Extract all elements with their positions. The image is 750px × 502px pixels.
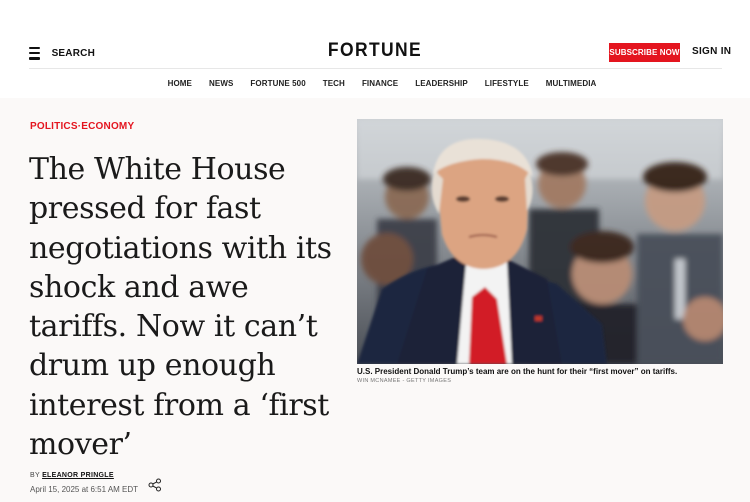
share-icon[interactable] xyxy=(148,478,162,492)
article-category: POLITICS·ECONOMY xyxy=(30,121,134,132)
nav-item-multimedia[interactable]: MULTIMEDIA xyxy=(546,79,597,88)
category-link-politics[interactable]: POLITICS xyxy=(30,121,78,132)
publish-date: April 15, 2025 at 6:51 AM EDT xyxy=(30,485,139,494)
main-nav: HOME NEWS FORTUNE 500 TECH FINANCE LEADE… xyxy=(0,79,750,88)
photo-illustration xyxy=(357,119,723,364)
nav-item-fortune-500[interactable]: FORTUNE 500 xyxy=(250,79,305,88)
category-link-economy[interactable]: ECONOMY xyxy=(81,121,134,132)
site-header: SEARCH FORTUNE SUBSCRIBE NOW SIGN IN HOM… xyxy=(0,0,750,98)
subscribe-button[interactable]: SUBSCRIBE NOW xyxy=(609,43,680,62)
byline: BY ELEANOR PRINGLE xyxy=(30,472,114,479)
photo-caption: U.S. President Donald Trump’s team are o… xyxy=(357,367,678,376)
nav-item-finance[interactable]: FINANCE xyxy=(362,79,398,88)
byline-prefix: BY xyxy=(30,472,40,479)
header-divider xyxy=(29,68,722,69)
article-photo xyxy=(357,119,723,364)
author-link[interactable]: ELEANOR PRINGLE xyxy=(42,472,114,479)
nav-item-news[interactable]: NEWS xyxy=(209,79,233,88)
nav-item-tech[interactable]: TECH xyxy=(323,79,345,88)
article-headline: The White House pressed for fast negotia… xyxy=(29,152,332,463)
nav-item-lifestyle[interactable]: LIFESTYLE xyxy=(485,79,529,88)
sign-in-link[interactable]: SIGN IN xyxy=(692,46,731,57)
nav-item-home[interactable]: HOME xyxy=(168,79,192,88)
photo-credit: WIN MCNAMEE - GETTY IMAGES xyxy=(357,378,452,384)
nav-item-leadership[interactable]: LEADERSHIP xyxy=(415,79,468,88)
